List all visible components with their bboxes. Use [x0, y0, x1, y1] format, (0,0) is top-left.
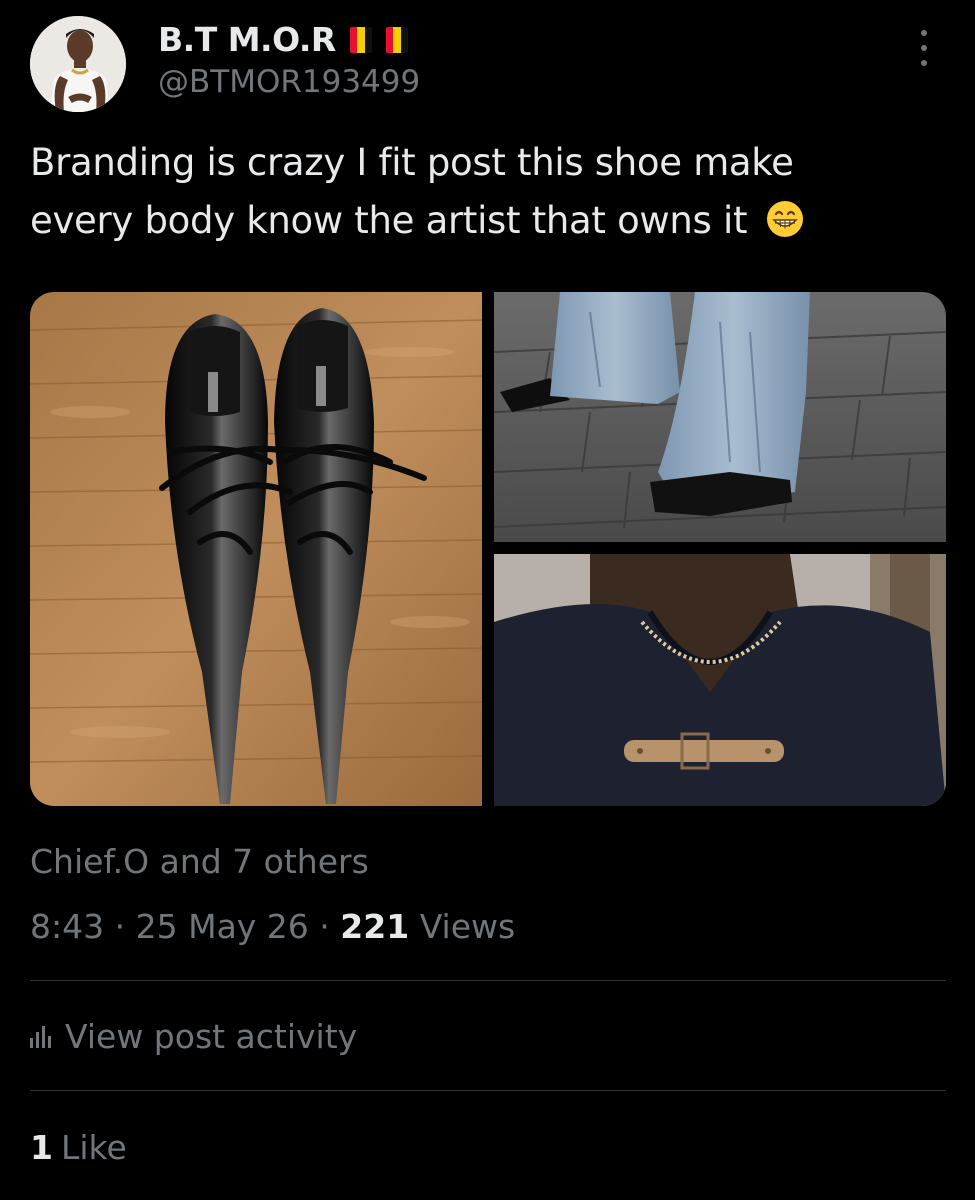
tweet-detail-page: B.T M.O.R @BTMOR193499 Branding is crazy… — [0, 0, 975, 1200]
analytics-icon — [30, 1025, 51, 1048]
flag-emoji — [385, 26, 408, 53]
author-display-name[interactable]: B.T M.O.R — [158, 20, 336, 59]
grinning-face-emoji-icon — [766, 201, 803, 237]
divider — [30, 1090, 946, 1091]
likes-summary[interactable]: 1 Like — [30, 1128, 127, 1167]
tweet-date[interactable]: 25 May 26 — [136, 907, 309, 946]
views-count: 221 — [340, 907, 410, 946]
media-image-jeans[interactable] — [493, 292, 946, 542]
divider — [30, 980, 946, 981]
tweet-time[interactable]: 8:43 — [30, 907, 104, 946]
avatar[interactable] — [30, 16, 126, 112]
view-post-activity-label: View post activity — [65, 1017, 358, 1056]
flag-emoji — [349, 26, 372, 53]
more-options-icon[interactable] — [912, 30, 936, 66]
tweet-text-line-1: Branding is crazy I fit post this shoe m… — [30, 141, 794, 184]
author-handle[interactable]: @BTMOR193499 — [158, 64, 420, 100]
liked-by-text[interactable]: Chief.O and 7 others — [30, 842, 369, 881]
likes-count: 1 — [30, 1128, 53, 1167]
media-grid — [30, 292, 946, 806]
media-image-shirt-buckle[interactable] — [494, 554, 946, 806]
view-post-activity-button[interactable]: View post activity — [30, 1017, 357, 1056]
media-image-shoes[interactable] — [30, 292, 483, 806]
tweet-text-line-2: every body know the artist that owns it — [30, 199, 748, 242]
avatar-image — [30, 16, 126, 112]
author-name-row[interactable]: B.T M.O.R — [158, 20, 408, 59]
meta-separator: · — [114, 907, 126, 946]
likes-label: Like — [60, 1128, 127, 1167]
views-label: Views — [419, 907, 516, 946]
meta-separator: · — [319, 907, 330, 946]
tweet-text: Branding is crazy I fit post this shoe m… — [30, 134, 910, 250]
tweet-meta: 8:43 · 25 May 26 · 221 Views — [30, 907, 515, 946]
